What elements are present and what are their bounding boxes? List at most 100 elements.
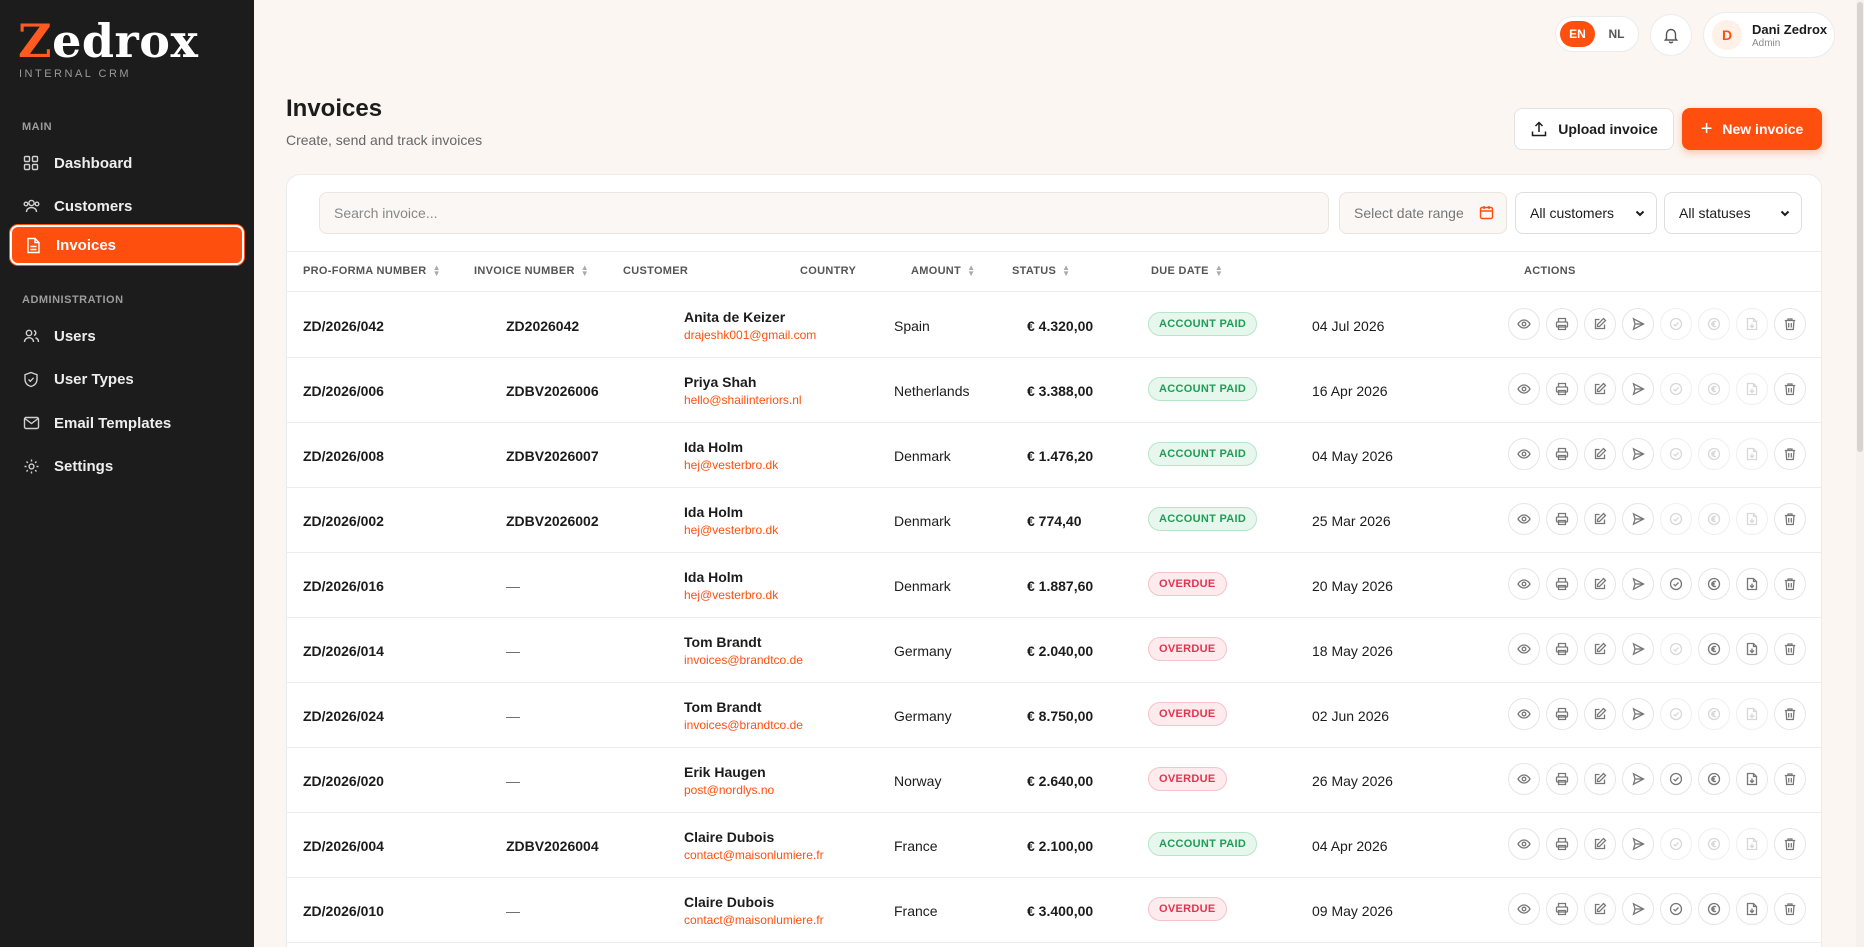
table-row[interactable]: ZD/2026/024 — Tom Brandt invoices@brandtco.… (287, 683, 1821, 748)
download-invoice-button[interactable] (1736, 568, 1768, 600)
download-invoice-button[interactable] (1736, 438, 1768, 470)
customer-email[interactable]: contact@maisonlumiere.fr (684, 848, 824, 862)
lang-nl-button[interactable]: NL (1599, 21, 1634, 47)
view-button[interactable] (1508, 698, 1540, 730)
edit-button[interactable] (1584, 633, 1616, 665)
customer-email[interactable]: post@nordlys.no (684, 783, 774, 797)
table-row[interactable]: ZD/2026/010 — Claire Dubois contact@maisonl… (287, 878, 1821, 943)
sidebar-item-settings[interactable]: Settings (10, 446, 244, 486)
payment-button[interactable] (1698, 763, 1730, 795)
delete-button[interactable] (1774, 828, 1806, 860)
mark-paid-button[interactable] (1660, 698, 1692, 730)
send-button[interactable] (1622, 893, 1654, 925)
notifications-button[interactable] (1650, 14, 1692, 56)
mark-paid-button[interactable] (1660, 893, 1692, 925)
col-amount-header[interactable]: AMOUNT ▲ ▼ (911, 264, 975, 278)
search-input[interactable] (319, 192, 1329, 234)
table-row[interactable]: ZD/2026/004 ZDBV2026004 Claire Dubois conta… (287, 813, 1821, 878)
col-due-header[interactable]: DUE DATE ▲ ▼ (1151, 264, 1223, 278)
customer-email[interactable]: invoices@brandtco.de (684, 653, 803, 667)
col-proforma-header[interactable]: PRO-FORMA NUMBER ▲ ▼ (303, 264, 441, 278)
customer-filter-select[interactable]: All customers (1515, 192, 1657, 234)
mark-paid-button[interactable] (1660, 438, 1692, 470)
view-button[interactable] (1508, 308, 1540, 340)
sidebar-item-invoices[interactable]: Invoices (10, 225, 244, 265)
payment-button[interactable] (1698, 633, 1730, 665)
print-button[interactable] (1546, 308, 1578, 340)
payment-button[interactable] (1698, 308, 1730, 340)
customer-email[interactable]: hej@vesterbro.dk (684, 588, 778, 602)
customer-email[interactable]: contact@maisonlumiere.fr (684, 913, 824, 927)
payment-button[interactable] (1698, 893, 1730, 925)
edit-button[interactable] (1584, 308, 1616, 340)
mark-paid-button[interactable] (1660, 763, 1692, 795)
view-button[interactable] (1508, 373, 1540, 405)
print-button[interactable] (1546, 438, 1578, 470)
view-button[interactable] (1508, 568, 1540, 600)
download-invoice-button[interactable] (1736, 698, 1768, 730)
upload-invoice-button[interactable]: Upload invoice (1514, 108, 1674, 150)
send-button[interactable] (1622, 373, 1654, 405)
delete-button[interactable] (1774, 308, 1806, 340)
print-button[interactable] (1546, 698, 1578, 730)
download-invoice-button[interactable] (1736, 893, 1768, 925)
customer-email[interactable]: hello@shailinteriors.nl (684, 393, 802, 407)
send-button[interactable] (1622, 828, 1654, 860)
send-button[interactable] (1622, 308, 1654, 340)
customer-email[interactable]: hej@vesterbro.dk (684, 458, 778, 472)
payment-button[interactable] (1698, 503, 1730, 535)
download-invoice-button[interactable] (1736, 633, 1768, 665)
view-button[interactable] (1508, 763, 1540, 795)
download-invoice-button[interactable] (1736, 308, 1768, 340)
new-invoice-button[interactable]: + New invoice (1682, 108, 1822, 150)
sidebar-item-email-templates[interactable]: Email Templates (10, 403, 244, 443)
print-button[interactable] (1546, 373, 1578, 405)
delete-button[interactable] (1774, 763, 1806, 795)
customer-email[interactable]: drajeshk001@gmail.com (684, 328, 816, 342)
mark-paid-button[interactable] (1660, 503, 1692, 535)
print-button[interactable] (1546, 763, 1578, 795)
view-button[interactable] (1508, 633, 1540, 665)
table-row[interactable]: ZD/2026/016 — Ida Holm hej@vesterbro.dk Denm… (287, 553, 1821, 618)
date-range-picker[interactable]: Select date range (1339, 192, 1507, 234)
edit-button[interactable] (1584, 763, 1616, 795)
col-invoice-header[interactable]: INVOICE NUMBER ▲ ▼ (474, 264, 589, 278)
print-button[interactable] (1546, 893, 1578, 925)
payment-button[interactable] (1698, 828, 1730, 860)
download-invoice-button[interactable] (1736, 503, 1768, 535)
status-filter-select[interactable]: All statuses (1664, 192, 1802, 234)
payment-button[interactable] (1698, 698, 1730, 730)
lang-en-button[interactable]: EN (1560, 21, 1595, 47)
delete-button[interactable] (1774, 438, 1806, 470)
payment-button[interactable] (1698, 373, 1730, 405)
view-button[interactable] (1508, 438, 1540, 470)
send-button[interactable] (1622, 698, 1654, 730)
table-row[interactable]: ZD/2026/020 — Erik Haugen post@nordlys.no No… (287, 748, 1821, 813)
logo[interactable]: Zedrox INTERNAL CRM (18, 18, 198, 80)
edit-button[interactable] (1584, 503, 1616, 535)
table-row[interactable]: ZD/2026/006 ZDBV2026006 Priya Shah hello@sh… (287, 358, 1821, 423)
send-button[interactable] (1622, 568, 1654, 600)
customer-email[interactable]: hej@vesterbro.dk (684, 523, 778, 537)
view-button[interactable] (1508, 893, 1540, 925)
customer-email[interactable]: invoices@brandtco.de (684, 718, 803, 732)
table-row[interactable]: ZD/2026/014 — Tom Brandt invoices@brandtco.… (287, 618, 1821, 683)
edit-button[interactable] (1584, 893, 1616, 925)
sidebar-item-user-types[interactable]: User Types (10, 359, 244, 399)
download-invoice-button[interactable] (1736, 828, 1768, 860)
view-button[interactable] (1508, 828, 1540, 860)
user-menu[interactable]: D Dani Zedrox Admin (1703, 12, 1835, 58)
delete-button[interactable] (1774, 503, 1806, 535)
print-button[interactable] (1546, 828, 1578, 860)
send-button[interactable] (1622, 503, 1654, 535)
mark-paid-button[interactable] (1660, 828, 1692, 860)
table-row[interactable]: ZD/2026/002 ZDBV2026002 Ida Holm hej@vester… (287, 488, 1821, 553)
page-scroll-thumb[interactable] (1857, 2, 1863, 452)
table-row[interactable]: ZD/2026/008 ZDBV2026007 Ida Holm hej@vester… (287, 423, 1821, 488)
download-invoice-button[interactable] (1736, 373, 1768, 405)
mark-paid-button[interactable] (1660, 373, 1692, 405)
edit-button[interactable] (1584, 373, 1616, 405)
delete-button[interactable] (1774, 568, 1806, 600)
delete-button[interactable] (1774, 373, 1806, 405)
sidebar-item-users[interactable]: Users (10, 316, 244, 356)
